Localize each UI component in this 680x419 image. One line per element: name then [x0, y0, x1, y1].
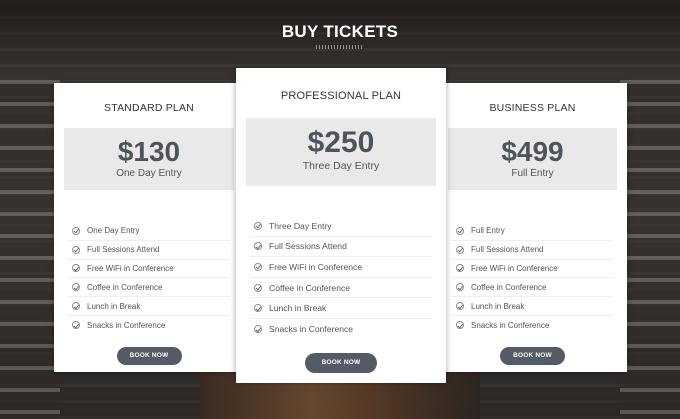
check-circle-icon: [254, 221, 262, 230]
feature-label: Lunch in Break: [471, 301, 525, 311]
book-now-button-business[interactable]: BOOK NOW: [500, 346, 565, 365]
book-now-button-professional[interactable]: BOOK NOW: [305, 352, 377, 373]
plan-name: BUSINESS PLAN: [489, 102, 576, 114]
feature-item: Lunch in Break: [452, 297, 613, 316]
check-circle-icon: [456, 226, 464, 235]
feature-item: Snacks in Conference: [250, 319, 432, 340]
check-circle-icon: [72, 245, 80, 254]
price-box: $130 One Day Entry: [64, 128, 234, 190]
book-now-button-standard[interactable]: BOOK NOW: [116, 346, 182, 365]
feature-label: Free WiFi in Conference: [269, 261, 363, 272]
feature-item: Free WiFi in Conference: [250, 257, 432, 278]
check-circle-icon: [72, 264, 80, 273]
feature-list: Full Entry Full Sessions Attend Free WiF…: [452, 222, 613, 335]
check-circle-icon: [456, 264, 464, 273]
plan-entry: Three Day Entry: [302, 160, 380, 172]
feature-item: Lunch in Break: [68, 297, 230, 316]
check-circle-icon: [456, 245, 464, 254]
plan-price: $499: [501, 136, 564, 167]
feature-label: Lunch in Break: [87, 301, 141, 311]
feature-item: Coffee in Conference: [452, 278, 613, 298]
feature-label: Full Sessions Attend: [269, 241, 347, 252]
check-circle-icon: [456, 283, 464, 292]
plan-price: $130: [117, 136, 181, 167]
feature-label: One Day Entry: [87, 226, 140, 236]
feature-label: Free WiFi in Conference: [471, 263, 558, 273]
background-seats-left: [0, 80, 60, 419]
check-circle-icon: [72, 302, 80, 311]
feature-list: Three Day Entry Full Sessions Attend Fre…: [250, 216, 432, 340]
check-circle-icon: [456, 302, 464, 311]
check-circle-icon: [254, 262, 262, 271]
check-circle-icon: [254, 283, 262, 292]
feature-item: Full Sessions Attend: [452, 241, 613, 260]
feature-label: Full Entry: [471, 226, 505, 236]
feature-item: Lunch in Break: [250, 298, 432, 319]
feature-label: Snacks in Conference: [471, 320, 550, 330]
feature-label: Snacks in Conference: [87, 320, 166, 330]
feature-item: Coffee in Conference: [250, 278, 432, 299]
check-circle-icon: [254, 304, 262, 313]
feature-label: Three Day Entry: [269, 220, 332, 231]
check-circle-icon: [456, 321, 464, 330]
plan-name: STANDARD PLAN: [104, 102, 194, 114]
check-circle-icon: [254, 242, 262, 251]
feature-item: Full Sessions Attend: [250, 237, 432, 258]
pricing-card-business: BUSINESS PLAN $499 Full Entry Full Entry…: [438, 83, 627, 372]
feature-list: One Day Entry Full Sessions Attend Free …: [68, 222, 230, 335]
feature-item: Free WiFi in Conference: [452, 260, 613, 279]
plan-entry: Full Entry: [511, 168, 554, 179]
feature-item: Snacks in Conference: [452, 316, 613, 335]
feature-item: Full Sessions Attend: [68, 241, 230, 260]
feature-label: Coffee in Conference: [471, 282, 547, 292]
pricing-card-professional: PROFESSIONAL PLAN $250 Three Day Entry T…: [236, 68, 446, 383]
feature-label: Free WiFi in Conference: [87, 263, 174, 273]
plan-name: PROFESSIONAL PLAN: [280, 90, 402, 102]
feature-label: Full Sessions Attend: [87, 245, 160, 255]
feature-label: Lunch in Break: [269, 303, 327, 314]
plan-price: $250: [307, 126, 375, 159]
feature-item: Snacks in Conference: [68, 316, 230, 335]
feature-item: Full Entry: [452, 222, 613, 241]
price-box: $499 Full Entry: [448, 128, 617, 190]
feature-label: Coffee in Conference: [87, 282, 163, 292]
plan-entry: One Day Entry: [116, 168, 182, 179]
check-circle-icon: [72, 321, 80, 330]
check-circle-icon: [254, 325, 262, 334]
title-underline: [316, 45, 364, 49]
price-box: $250 Three Day Entry: [246, 118, 436, 186]
feature-label: Snacks in Conference: [269, 324, 354, 335]
check-circle-icon: [72, 226, 80, 235]
check-circle-icon: [72, 283, 80, 292]
feature-item: Three Day Entry: [250, 216, 432, 237]
feature-label: Full Sessions Attend: [471, 245, 544, 255]
background-seats-right: [620, 80, 680, 419]
feature-item: One Day Entry: [68, 222, 230, 241]
feature-label: Coffee in Conference: [269, 282, 351, 293]
feature-item: Coffee in Conference: [68, 278, 230, 298]
page-title: BUY TICKETS: [281, 22, 399, 41]
feature-item: Free WiFi in Conference: [68, 260, 230, 279]
pricing-card-standard: STANDARD PLAN $130 One Day Entry One Day…: [54, 83, 244, 372]
